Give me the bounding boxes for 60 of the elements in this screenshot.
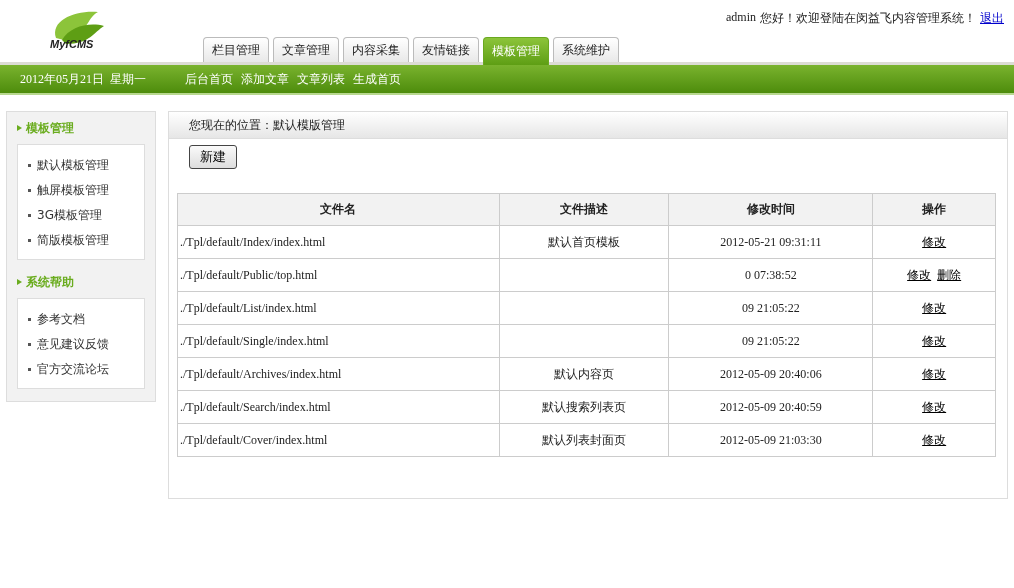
sidebar-item[interactable]: 意见建议反馈 [37,336,109,353]
table-cell: ./Tpl/default/Public/top.html [177,258,500,292]
table-cell: 2012-05-09 21:03:30 [668,423,873,457]
column-header: 文件描述 [499,193,669,226]
bullet-icon [28,368,31,371]
sidebar-item[interactable]: 官方交流论坛 [37,361,109,378]
date-text: 2012年05月21日 星期一 [20,70,147,88]
new-button[interactable]: 新建 [189,145,237,169]
nav-tab[interactable]: 友情链接 [413,37,479,62]
sidebar-item[interactable]: 触屏模板管理 [37,182,109,199]
bullet-icon [28,214,31,217]
table-cell: 0 07:38:52 [668,258,873,292]
table-cell: ./Tpl/default/Search/index.html [177,390,500,424]
logo-text: MyfCMS [50,38,94,50]
action-link[interactable]: 修改 [922,399,947,414]
table-cell: 09 21:05:22 [668,291,873,325]
sidebar-heading: 模板管理 [26,119,74,137]
table-cell: ./Tpl/default/List/index.html [177,291,500,325]
table-cell: 2012-05-21 09:31:11 [668,225,873,259]
bullet-icon [28,164,31,167]
table-cell: 默认搜索列表页 [499,390,669,424]
table-cell: 2012-05-09 20:40:06 [668,357,873,391]
nav-tab[interactable]: 文章管理 [273,37,339,62]
action-link[interactable]: 修改 [922,300,947,315]
nav-tab[interactable]: 内容采集 [343,37,409,62]
triangle-icon [17,279,22,285]
sidebar-item[interactable]: 3G模板管理 [37,207,102,224]
breadcrumb: 您现在的位置：默认模版管理 [189,116,345,134]
sidebar-heading: 系统帮助 [26,273,74,291]
column-header: 修改时间 [668,193,873,226]
table-cell: 2012-05-09 20:40:59 [668,390,873,424]
action-link[interactable]: 修改 [922,432,947,447]
column-header: 操作 [872,193,996,226]
bullet-icon [28,239,31,242]
action-link[interactable]: 修改 [907,267,932,282]
action-link[interactable]: 修改 [922,234,947,249]
action-link[interactable]: 删除 [937,267,962,282]
welcome-message: 您好！欢迎登陆在闵益飞内容管理系统！ [760,10,976,27]
triangle-icon [17,125,22,131]
nav-tab[interactable]: 系统维护 [553,37,619,62]
action-link[interactable]: 修改 [922,333,947,348]
column-header: 文件名 [177,193,500,226]
bullet-icon [28,318,31,321]
logout-link[interactable]: 退出 [980,10,1004,27]
table-cell: ./Tpl/default/Index/index.html [177,225,500,259]
username: admin [726,10,756,26]
table-cell: 默认内容页 [499,357,669,391]
sidebar-item[interactable]: 默认模板管理 [37,157,109,174]
table-cell: 09 21:05:22 [668,324,873,358]
table-cell: ./Tpl/default/Single/index.html [177,324,500,358]
nav-tab[interactable]: 栏目管理 [203,37,269,62]
sidebar-item[interactable]: 参考文档 [37,311,85,328]
table-cell: 默认列表封面页 [499,423,669,457]
table-cell: ./Tpl/default/Cover/index.html [177,423,500,457]
table-cell: 默认首页模板 [499,225,669,259]
action-link[interactable]: 修改 [922,366,947,381]
sidebar-item[interactable]: 简版模板管理 [37,232,109,249]
bullet-icon [28,343,31,346]
bullet-icon [28,189,31,192]
table-cell: ./Tpl/default/Archives/index.html [177,357,500,391]
